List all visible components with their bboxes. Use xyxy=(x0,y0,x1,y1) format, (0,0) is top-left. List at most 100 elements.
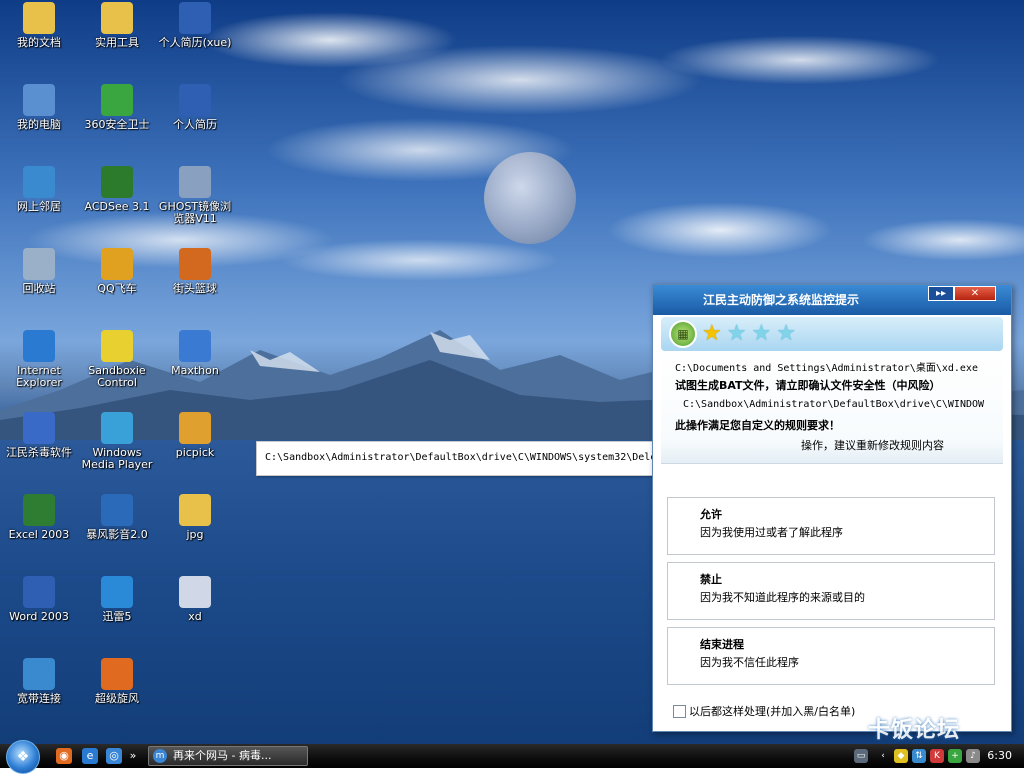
block-option[interactable]: 禁止 因为我不知道此程序的来源或目的 xyxy=(667,562,995,620)
next-alert-button[interactable]: ▸▸ xyxy=(928,286,954,301)
tray-keyboard-icon[interactable]: ▭ xyxy=(854,749,868,763)
desktop-icon[interactable]: QQ飞车 xyxy=(78,248,156,295)
desktop-icon-label: 江民杀毒软件 xyxy=(6,446,72,459)
desktop-icon[interactable]: picpick xyxy=(156,412,234,459)
kill-process-option[interactable]: 结束进程 因为我不信任此程序 xyxy=(667,627,995,685)
maxthon-task-icon: m xyxy=(153,749,167,763)
desktop-icon[interactable]: Internet Explorer xyxy=(0,330,78,389)
tray-network-icon[interactable]: ⇅ xyxy=(912,749,926,763)
close-button[interactable]: ✕ xyxy=(954,286,996,301)
thunder-icon xyxy=(101,576,133,608)
tray-antivirus-icon[interactable]: K xyxy=(930,749,944,763)
clock[interactable]: 6:30 xyxy=(987,749,1012,762)
desktop-icon-label: GHOST镜像浏览器V11 xyxy=(158,200,232,225)
desktop-icon[interactable]: xd xyxy=(156,576,234,623)
kill-process-option-desc: 因为我不信任此程序 xyxy=(700,656,799,669)
risk-stars: ★ ★ ★ ★ xyxy=(697,323,796,345)
target-path: C:\Sandbox\Administrator\DefaultBox\driv… xyxy=(683,399,985,410)
desktop-icon-label: 迅雷5 xyxy=(102,610,132,623)
desktop-icon[interactable]: 暴风影音2.0 xyxy=(78,494,156,541)
broadband-icon xyxy=(23,658,55,690)
path-tooltip-text: C:\Sandbox\Administrator\DefaultBox\driv… xyxy=(265,452,705,463)
desktop-icon[interactable]: Sandboxie Control xyxy=(78,330,156,389)
star-empty-icon: ★ xyxy=(776,321,796,346)
word-doc-icon xyxy=(179,2,211,34)
desktop-icon[interactable]: 迅雷5 xyxy=(78,576,156,623)
block-option-desc: 因为我不知道此程序的来源或目的 xyxy=(700,591,865,604)
desktop-icon-label: 个人简历 xyxy=(173,118,217,131)
desktop-icon-label: 宽带连接 xyxy=(17,692,61,705)
network-icon xyxy=(23,166,55,198)
desktop-icon[interactable]: ACDSee 3.1 xyxy=(78,166,156,213)
desktop-icon[interactable]: 江民杀毒软件 xyxy=(0,412,78,459)
antivirus-icon xyxy=(23,412,55,444)
rule-match-text: 此操作满足您自定义的规则要求！ xyxy=(675,419,840,432)
shield-plus-icon xyxy=(101,84,133,116)
allow-option-title: 允许 xyxy=(700,508,722,521)
quicklaunch-browser-icon[interactable]: ◎ xyxy=(106,748,122,764)
desktop-icon-label: Excel 2003 xyxy=(8,528,70,541)
star-filled-icon: ★ xyxy=(702,321,722,346)
risk-level-bar: ▦ ★ ★ ★ ★ xyxy=(661,317,1003,351)
qq-speed-icon xyxy=(101,248,133,280)
remember-label: 以后都这样处理(并加入黑/白名单) xyxy=(689,705,856,718)
desktop-icon-label: Word 2003 xyxy=(9,610,69,623)
desktop-icon-label: 网上邻居 xyxy=(17,200,61,213)
storm-player-icon xyxy=(101,494,133,526)
recycle-bin-icon xyxy=(23,248,55,280)
basketball-icon xyxy=(179,248,211,280)
desktop-icon[interactable]: 个人简历(xue) xyxy=(156,2,234,49)
desktop-icon[interactable]: 实用工具 xyxy=(78,2,156,49)
quicklaunch-ie-icon[interactable]: e xyxy=(82,748,98,764)
desktop-icon-label: ACDSee 3.1 xyxy=(84,200,150,213)
desktop-icon[interactable]: 街头篮球 xyxy=(156,248,234,295)
desktop-icon[interactable]: 回收站 xyxy=(0,248,78,295)
desktop-icon[interactable]: Maxthon xyxy=(156,330,234,377)
desktop-icon-label: 实用工具 xyxy=(95,36,139,49)
taskbar: ❖ ◉ e ◎ » m 再来个网马 - 病毒... ▭ ‹ ◆ ⇅ K + ♪ … xyxy=(0,740,1024,774)
forum-watermark-logo: 卡饭论坛 xyxy=(868,712,960,744)
tray-expand-icon[interactable]: ‹ xyxy=(876,749,890,763)
desktop-icon[interactable]: jpg xyxy=(156,494,234,541)
rules-grid-icon[interactable]: ▦ xyxy=(669,320,697,348)
excel-icon xyxy=(23,494,55,526)
alert-message: C:\Documents and Settings\Administrator\… xyxy=(661,351,1003,464)
taskbar-window-button[interactable]: m 再来个网马 - 病毒... xyxy=(148,746,308,766)
allow-option-desc: 因为我使用过或者了解此程序 xyxy=(700,526,843,539)
start-button[interactable]: ❖ xyxy=(6,740,40,774)
desktop-icon-label: Sandboxie Control xyxy=(88,364,146,389)
palette-icon xyxy=(179,412,211,444)
tray-volume-icon[interactable]: ♪ xyxy=(966,749,980,763)
desktop-icon-label: xd xyxy=(188,610,202,623)
tray-app-icon[interactable]: ◆ xyxy=(894,749,908,763)
star-empty-icon: ★ xyxy=(751,321,772,346)
kill-process-option-title: 结束进程 xyxy=(700,638,744,651)
desktop-icon[interactable]: Word 2003 xyxy=(0,576,78,623)
desktop-icon-label: 暴风影音2.0 xyxy=(86,528,148,541)
sandboxie-icon xyxy=(101,330,133,362)
desktop-icon[interactable]: GHOST镜像浏览器V11 xyxy=(156,166,234,225)
ie-icon xyxy=(23,330,55,362)
whirlwind-icon xyxy=(101,658,133,690)
desktop-icon[interactable]: 我的文档 xyxy=(0,2,78,49)
desktop-icon[interactable]: 网上邻居 xyxy=(0,166,78,213)
desktop-icon-label: Internet Explorer xyxy=(16,364,62,389)
desktop-icon[interactable]: 个人简历 xyxy=(156,84,234,131)
quicklaunch-whirlwind-icon[interactable]: ◉ xyxy=(56,748,72,764)
remember-choice[interactable]: 以后都这样处理(并加入黑/白名单) xyxy=(673,703,855,719)
word-doc-icon xyxy=(179,84,211,116)
quicklaunch-more-icon[interactable]: » xyxy=(128,748,138,764)
desktop-icon[interactable]: 我的电脑 xyxy=(0,84,78,131)
allow-option[interactable]: 允许 因为我使用过或者了解此程序 xyxy=(667,497,995,555)
dialog-title-bar[interactable]: 江民主动防御之系统监控提示 ▸▸ ✕ xyxy=(653,285,1011,315)
desktop-icon[interactable]: 360安全卫士 xyxy=(78,84,156,131)
desktop-icon[interactable]: 超级旋风 xyxy=(78,658,156,705)
desktop-icon[interactable]: 宽带连接 xyxy=(0,658,78,705)
desktop-icon-label: 个人简历(xue) xyxy=(158,36,232,49)
desktop-icon[interactable]: Excel 2003 xyxy=(0,494,78,541)
remember-checkbox[interactable] xyxy=(673,704,686,718)
folder-icon xyxy=(101,2,133,34)
star-empty-icon: ★ xyxy=(726,321,747,346)
desktop-icon[interactable]: Windows Media Player xyxy=(78,412,156,471)
tray-360-icon[interactable]: + xyxy=(948,749,962,763)
